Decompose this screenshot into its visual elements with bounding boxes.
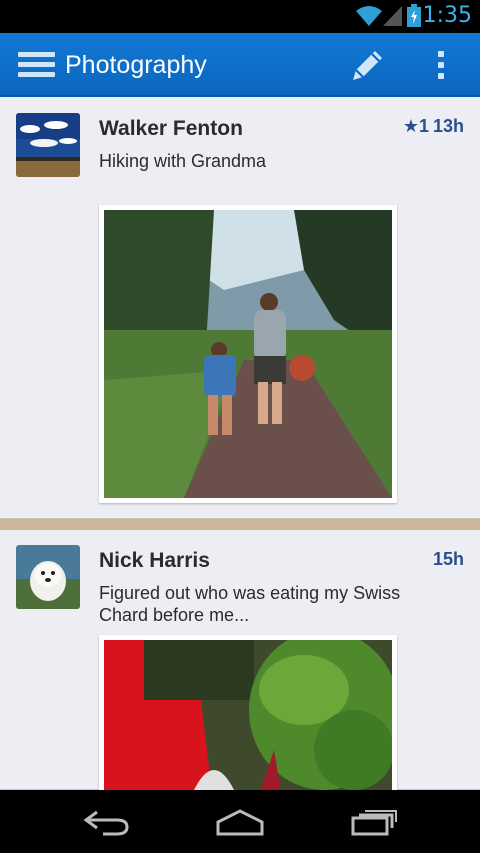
post-age: 15h <box>432 549 464 569</box>
navigation-bar <box>0 790 480 853</box>
action-bar: Photography <box>0 33 480 97</box>
overflow-icon[interactable] <box>436 51 446 81</box>
avatar[interactable] <box>16 545 80 609</box>
back-icon[interactable] <box>83 808 131 836</box>
clock: 1:35 <box>422 3 472 28</box>
menu-icon[interactable] <box>18 52 55 78</box>
pencil-icon[interactable] <box>347 46 387 86</box>
author-name[interactable]: Nick Harris <box>99 549 210 573</box>
recents-icon[interactable] <box>350 808 398 836</box>
post-photo[interactable] <box>99 635 397 790</box>
page-title: Photography <box>65 51 207 79</box>
battery-icon <box>407 4 421 27</box>
wifi-icon <box>356 6 382 26</box>
list-item[interactable]: Walker Fenton ★1 13h Hiking with Grandma <box>0 97 480 519</box>
post-text: Figured out who was eating my Swiss Char… <box>99 583 401 625</box>
post-meta: ★1 13h <box>403 116 464 137</box>
list-item[interactable]: Nick Harris 15h Figured out who was eati… <box>0 530 480 790</box>
post-age: 13h <box>432 116 464 136</box>
post-photo[interactable] <box>99 205 397 503</box>
feed[interactable]: Walker Fenton ★113h Hiking with Grandma <box>0 97 480 790</box>
star-count: ★1 <box>402 116 429 136</box>
status-bar: 1:35 <box>0 0 480 33</box>
avatar[interactable] <box>16 113 80 177</box>
author-name[interactable]: Walker Fenton <box>99 117 243 141</box>
signal-icon <box>383 6 402 26</box>
home-icon[interactable] <box>215 808 265 836</box>
post-text: Hiking with Grandma <box>99 151 267 171</box>
